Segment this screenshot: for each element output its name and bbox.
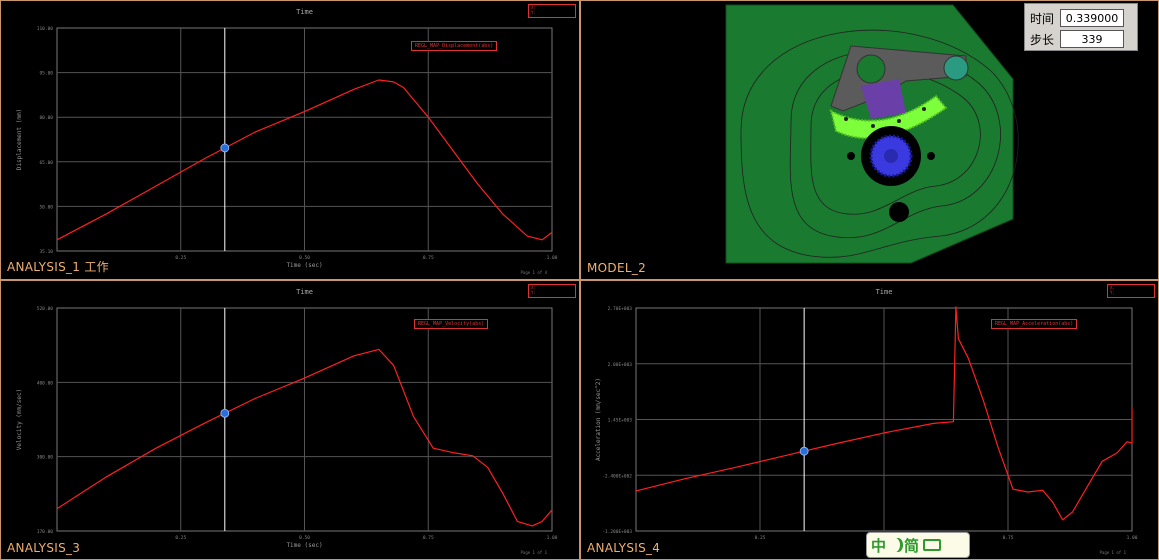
y-tick-label: 300.00 [37,455,54,461]
y-tick-label: 110.00 [37,26,54,32]
ime-toolbar[interactable]: 中 简 [866,532,970,558]
time-field[interactable] [1060,9,1124,27]
step-label: 步长 [1030,32,1055,47]
arm-end-pin [943,55,969,81]
x-axis-label: Time (sec) [286,542,322,549]
legend: REGL_MAP_Acceleration(abs) [991,319,1078,329]
y-tick-label: 170.00 [37,529,54,535]
analysis-1-pane[interactable]: Time 0.25 0.50 0.75 1.00 35.10 50.00 65.00 80.00… [0,0,580,280]
velocity-plot[interactable]: Time 0.25 0.50 0.75 1.00 170.00 300.00 400.00 52… [1,281,579,559]
y-tick-label: 1.45E+003 [608,418,633,424]
x-tick-label: 0.75 [1003,535,1014,541]
pane-label: MODEL_2 [587,261,647,275]
y-tick-label: 65.00 [39,160,53,166]
plot-title: Time [296,288,313,296]
x-tick-label: 0.25 [175,255,186,261]
y-tick-label: -1.200E+003 [602,529,632,535]
time-label: 时间 [1030,11,1055,26]
pane-label: ANALYSIS_4 [587,541,661,555]
arm-pivot-hole [856,54,886,84]
x-tick-label: 0.25 [755,535,766,541]
x-tick-label: 1.00 [547,535,558,541]
legend: REGL_MAP_Velocity(abs) [414,319,489,329]
y-tick-label: 2.70E+003 [608,306,633,312]
y-tick-label: 520.00 [37,306,54,312]
pane-label: ANALYSIS_1 工作 [7,260,109,274]
ime-mode-toggle[interactable]: 简 [904,535,919,556]
x-tick-label: 0.25 [175,535,186,541]
y-axis-label: Velocity (mm/sec) [16,389,23,450]
x-tick-label: 0.50 [299,535,310,541]
x-axis-label: Time (sec) [286,262,322,269]
y-tick-label: 80.00 [39,115,53,121]
page-indicator: Page 1 of 1 [520,550,548,555]
x-tick-label: 1.00 [547,255,558,261]
y-tick-label: -2.400E+002 [602,473,632,479]
pane-label: ANALYSIS_3 [7,541,81,555]
keyboard-icon[interactable] [923,539,942,551]
coord-readout-box: X: Y: [528,284,576,298]
plot-title: Time [876,288,893,296]
cursor-marker[interactable] [220,408,230,418]
cursor-marker[interactable] [799,446,809,456]
y-tick-label: 35.10 [39,249,53,255]
page-indicator: Page 1 of 1 [1099,550,1127,555]
y-tick-label: 95.00 [39,71,53,77]
x-tick-label: 1.00 [1127,535,1138,541]
moon-icon[interactable] [890,538,900,552]
cursor-marker[interactable] [220,143,230,153]
y-tick-label: 400.00 [37,380,54,386]
x-tick-label: 0.50 [299,255,310,261]
y-tick-label: 2.00E+003 [608,362,633,368]
analysis-4-pane[interactable]: Time0.250.500.751.00-1.200E+003-2.400E+0… [580,280,1159,560]
coord-readout-box: X: Y: [1107,284,1155,298]
legend: REGL_MAP_Displacement(abs) [411,41,498,51]
page-indicator: Page 1 of 4 [520,270,548,275]
coord-readout-box: X: Y: [528,4,576,18]
step-field[interactable] [1060,30,1124,48]
plot-title: Time [296,8,313,16]
y-axis-label: Acceleration (mm/sec^2) [595,378,602,461]
x-tick-label: 0.75 [423,535,434,541]
mount-hole [889,202,909,222]
model-2-pane[interactable]: 时间 步长 MODEL_2 [580,0,1159,280]
ime-lang-toggle[interactable]: 中 [871,535,886,556]
time-step-panel: 时间 步长 [1024,3,1138,51]
y-tick-label: 50.00 [39,204,53,210]
analysis-3-pane[interactable]: Time 0.25 0.50 0.75 1.00 170.00 300.00 400.00 52… [0,280,580,560]
y-axis-label: Displacement (mm) [16,109,23,170]
x-tick-label: 0.75 [423,255,434,261]
